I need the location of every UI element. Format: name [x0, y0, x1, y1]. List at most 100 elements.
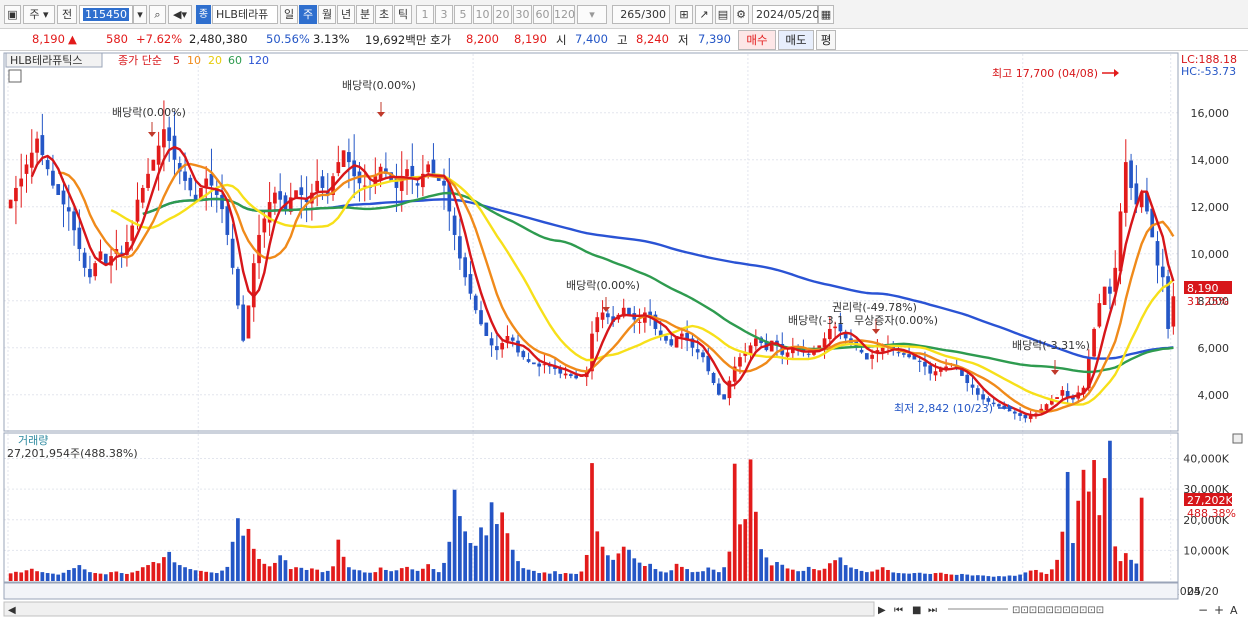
volume-bar	[1002, 576, 1007, 581]
code-dropdown-icon[interactable]: ▾	[133, 5, 147, 24]
candle-body	[600, 312, 605, 320]
bar-count-value: 265	[620, 8, 642, 21]
volume-bar	[891, 572, 896, 581]
bar-count-field[interactable]: 265/300	[612, 5, 670, 24]
volume-ratio: 50.56%	[266, 32, 310, 46]
period-tab-month[interactable]: 월	[318, 5, 336, 24]
interval-20[interactable]: 20	[493, 5, 512, 24]
interval-120[interactable]: 120	[553, 5, 575, 24]
volume-bar	[674, 563, 679, 581]
tool-icons[interactable]: ⊡⊡⊡⊡⊡⊡⊡⊡⊡⊡⊡	[1012, 605, 1104, 616]
period-tab-tick[interactable]: 틱	[394, 5, 412, 24]
candle-body	[463, 257, 468, 278]
scroll-left-icon[interactable]: ◀	[8, 605, 16, 616]
candle-body	[193, 194, 198, 200]
candle-body	[917, 360, 922, 362]
candle-type-icon[interactable]: ⊞	[675, 5, 693, 24]
stop-icon[interactable]: ■	[912, 605, 921, 616]
volume-bar	[473, 545, 478, 581]
volume-tag: 27,202K	[1187, 494, 1233, 507]
volume-title: 거래량	[18, 434, 48, 447]
stock-chart[interactable]: 4,0006,0008,00010,00012,00014,00016,0001…	[0, 52, 1248, 621]
volume-bar	[648, 563, 652, 581]
volume-bar	[679, 566, 684, 581]
buy-button[interactable]: 매수	[738, 30, 776, 50]
candle-body	[864, 353, 869, 360]
date-field[interactable]: 2024/05/20	[752, 5, 819, 24]
price-tag: 8,190	[1187, 282, 1219, 295]
settings-gear-icon[interactable]: ⚙	[733, 5, 749, 24]
volume-bar	[859, 570, 864, 581]
volume-bar	[1139, 497, 1144, 581]
period-tab-week[interactable]: 주	[299, 5, 317, 24]
interval-5[interactable]: 5	[454, 5, 472, 24]
volume-bar	[701, 571, 705, 581]
zoom-in-icon[interactable]: +	[1214, 603, 1224, 617]
fast-back-icon[interactable]: ⏮	[894, 605, 903, 616]
period-select[interactable]: 주 ▾	[23, 5, 55, 24]
volume-bar	[864, 572, 869, 581]
volume-bar	[600, 546, 605, 581]
fast-forward-icon[interactable]: ⏭	[928, 605, 937, 616]
candle-body	[896, 352, 901, 354]
search-icon[interactable]: ⌕	[149, 5, 166, 24]
price-change: 580	[106, 32, 128, 46]
volume-bar	[1123, 553, 1128, 581]
zoom-out-icon[interactable]: −	[1198, 603, 1208, 617]
scroll-right-icon[interactable]: ▶	[878, 605, 886, 616]
candle-body	[315, 180, 320, 192]
high-marker-text: 최고 17,700 (04/08)	[992, 67, 1098, 80]
candle-body	[98, 251, 103, 260]
candle-body	[278, 191, 283, 200]
period-tab-second[interactable]: 초	[375, 5, 393, 24]
volume-bar	[812, 569, 816, 581]
grid-toggle-icon[interactable]	[8, 69, 22, 83]
volume-close-icon[interactable]	[1232, 433, 1243, 444]
chart-area[interactable]: 4,000 6,000 8,000 10,000 12,000 14,000 16,000 1…	[0, 52, 1248, 621]
candle-body	[1155, 241, 1160, 266]
dividend-label-5: 배당락(-3.31%)	[1012, 339, 1090, 352]
volume-bar	[125, 573, 129, 581]
chart-layout-icon[interactable]: ▣	[4, 5, 21, 24]
volume-bar	[595, 531, 600, 581]
volume-bar	[294, 567, 298, 581]
horizontal-scrollbar[interactable]	[3, 601, 875, 617]
volume-bar	[130, 572, 135, 581]
candle-body	[965, 374, 970, 383]
sell-button[interactable]: 매도	[778, 30, 814, 50]
draw-line-icon[interactable]: ↗	[695, 5, 713, 24]
volume-bar	[199, 570, 203, 581]
candle-body	[606, 313, 610, 318]
interval-60[interactable]: 60	[533, 5, 552, 24]
volume-bar	[442, 562, 446, 581]
candle-body	[901, 353, 906, 355]
volume-bar	[1129, 559, 1133, 581]
interval-10[interactable]: 10	[473, 5, 492, 24]
volume-bar	[262, 563, 267, 581]
candle-body	[516, 340, 520, 353]
auto-scale-icon[interactable]: A	[1230, 604, 1238, 617]
volume-bar	[220, 570, 224, 581]
legend-stock-name: HLB테라퓨틱스	[10, 54, 83, 67]
period-tab-year[interactable]: 년	[337, 5, 355, 24]
speaker-icon[interactable]: ◀▾	[168, 5, 192, 24]
open-price: 7,400	[575, 32, 608, 46]
volume-bar	[140, 567, 145, 581]
eval-button[interactable]: 평	[816, 30, 836, 50]
interval-3[interactable]: 3	[435, 5, 453, 24]
interval-1[interactable]: 1	[416, 5, 434, 24]
stock-code-input[interactable]: 115450	[79, 5, 133, 24]
stock-name-field[interactable]: HLB테라퓨틱	[212, 5, 278, 24]
volume-bar	[643, 565, 647, 581]
period-tab-day[interactable]: 일	[280, 5, 298, 24]
period-tab-minute[interactable]: 분	[356, 5, 374, 24]
compare-button[interactable]: 전	[57, 5, 77, 24]
interval-custom-select[interactable]: ▾	[577, 5, 607, 24]
interval-30[interactable]: 30	[513, 5, 532, 24]
calendar-icon[interactable]: ▦	[818, 5, 834, 24]
volume-bar	[82, 569, 87, 581]
candle-body	[341, 150, 346, 167]
save-icon[interactable]: ▤	[715, 5, 731, 24]
candle-body	[1044, 404, 1049, 411]
volume-bar	[875, 569, 880, 581]
